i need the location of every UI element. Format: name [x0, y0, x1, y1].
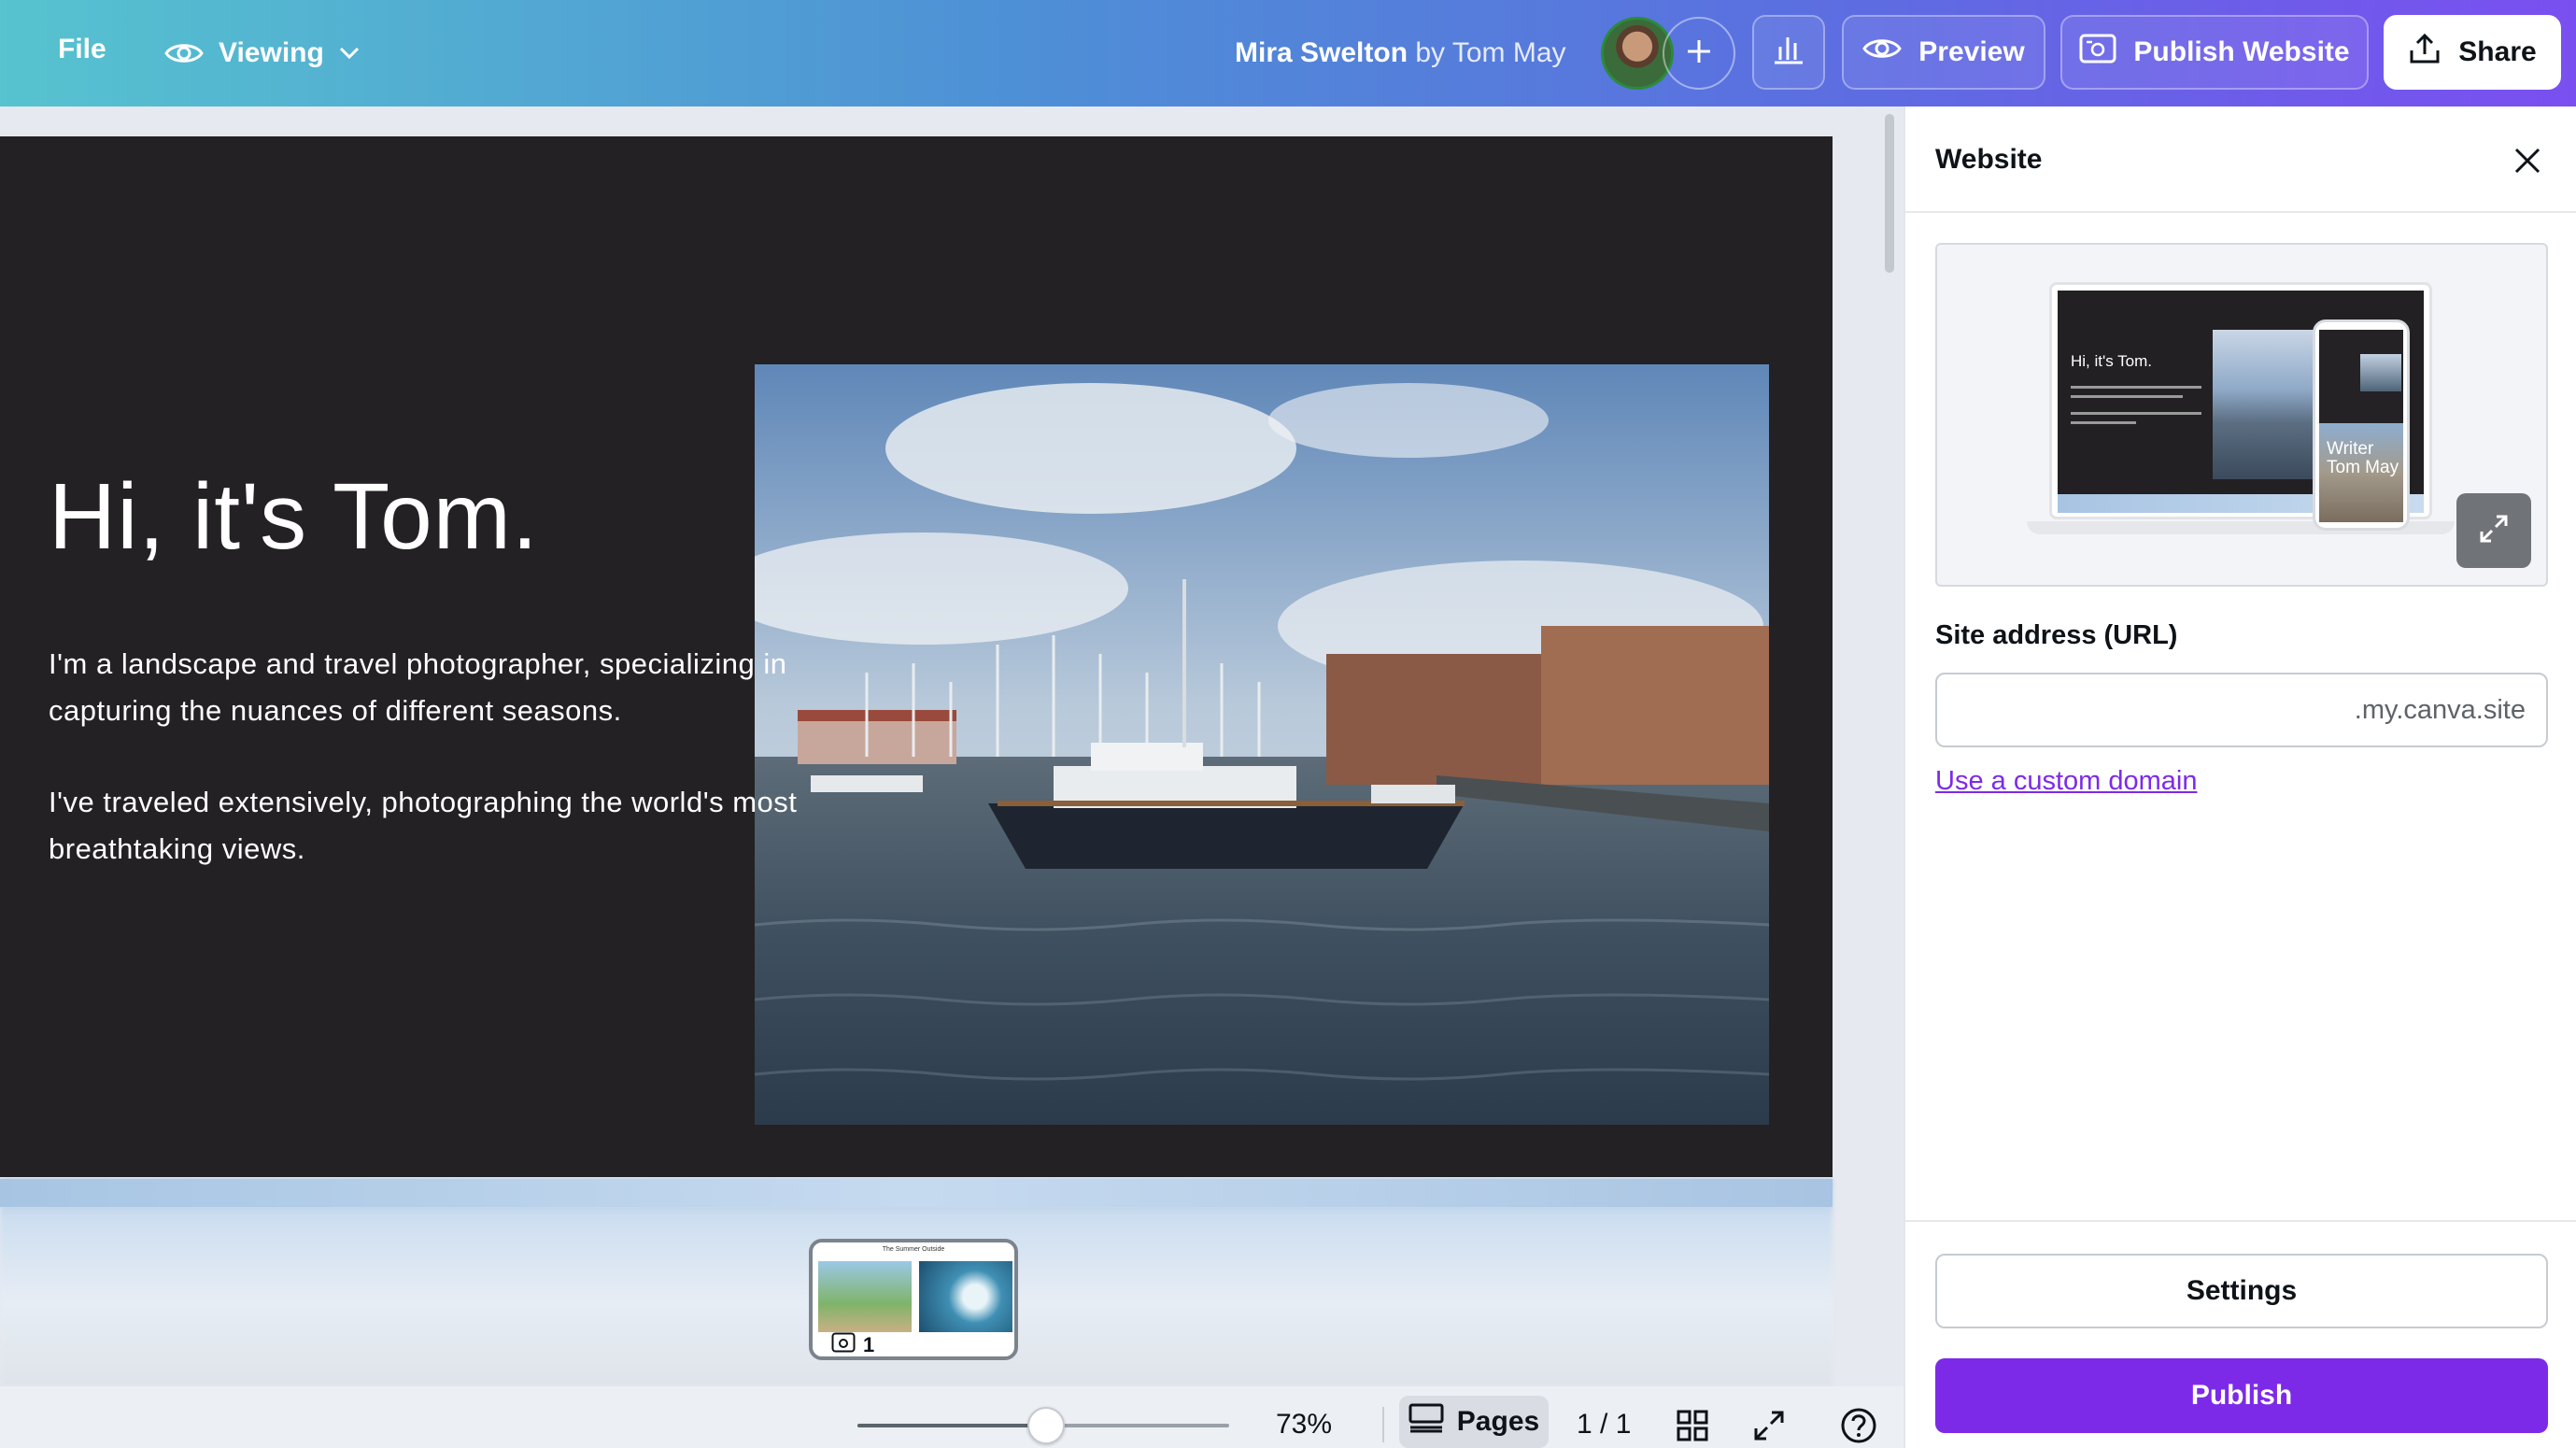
phone-preview-text: Writer Tom May: [2327, 439, 2399, 477]
design-canvas[interactable]: Hi, it's Tom. I'm a landscape and travel…: [0, 106, 1904, 1386]
insights-button[interactable]: [1752, 15, 1825, 90]
design-author: by Tom May: [1415, 37, 1566, 68]
website-preview: Hi, it's Tom. Writer Tom May: [1935, 243, 2548, 587]
plus-icon: [1685, 37, 1713, 70]
panel-title: Website: [1935, 144, 2043, 175]
next-page-strip: [0, 1179, 1833, 1207]
canvas-scrollbar[interactable]: [1885, 114, 1894, 273]
intro-paragraph-2[interactable]: I've traveled extensively, photographing…: [49, 779, 870, 873]
expand-icon: [2478, 513, 2510, 549]
harbour-photo[interactable]: [755, 364, 1769, 1125]
top-toolbar: File Viewing Mira Swelton by Tom May Pre…: [0, 0, 2576, 106]
design-title[interactable]: Mira Swelton by Tom May: [1235, 37, 1566, 69]
upload-icon: [2408, 32, 2442, 73]
zoom-slider-fill: [857, 1424, 1044, 1427]
phone-preview: Writer Tom May: [2313, 319, 2410, 531]
pages-button[interactable]: Pages: [1399, 1396, 1549, 1448]
preview-text-line: [2071, 386, 2201, 389]
panel-footer-divider: [1905, 1220, 2576, 1222]
site-address-label: Site address (URL): [1935, 620, 2178, 650]
publish-button[interactable]: Publish: [1935, 1358, 2548, 1433]
thumbnail-title: The Summer Outside: [882, 1246, 945, 1253]
panel-divider: [1905, 211, 2576, 213]
preview-text-line: [2071, 421, 2136, 424]
phone-preview-photo: [2360, 354, 2401, 391]
help-icon[interactable]: [1840, 1407, 1877, 1444]
grid-view-icon[interactable]: [1674, 1407, 1711, 1444]
zoom-level[interactable]: 73%: [1276, 1409, 1332, 1441]
laptop-preview-heading: Hi, it's Tom.: [2071, 352, 2153, 370]
custom-domain-link[interactable]: Use a custom domain: [1935, 766, 2197, 797]
thumbnail-image-wave: [919, 1261, 1012, 1332]
thumbnail-badge: 1: [831, 1332, 875, 1356]
thumbnail-page-number: 1: [863, 1333, 875, 1356]
thumbnail-image-palm: [818, 1261, 912, 1332]
eye-icon: [164, 39, 204, 67]
url-suffix: .my.canva.site: [2354, 694, 2526, 725]
share-label: Share: [2458, 36, 2537, 67]
page-count: 1 / 1: [1577, 1409, 1632, 1440]
publish-website-button[interactable]: Publish Website: [2060, 15, 2369, 90]
add-collaborator-button[interactable]: [1663, 17, 1735, 90]
fullscreen-icon[interactable]: [1750, 1407, 1788, 1444]
share-button[interactable]: Share: [2384, 15, 2561, 90]
eye-icon: [1862, 35, 1903, 70]
file-menu[interactable]: File: [58, 34, 106, 65]
toolbar-divider: [1382, 1407, 1384, 1442]
viewing-label: Viewing: [219, 37, 324, 68]
website-icon: [2079, 34, 2116, 71]
design-name: Mira Swelton: [1235, 37, 1408, 68]
website-icon: [831, 1332, 856, 1356]
expand-preview-button[interactable]: [2456, 493, 2531, 568]
page-heading[interactable]: Hi, it's Tom.: [49, 463, 539, 571]
preview-button[interactable]: Preview: [1842, 15, 2045, 90]
website-page[interactable]: Hi, it's Tom. I'm a landscape and travel…: [0, 136, 1833, 1177]
publish-website-label: Publish Website: [2133, 36, 2350, 67]
site-address-input[interactable]: .my.canva.site: [1935, 673, 2548, 747]
chevron-down-icon: [339, 47, 360, 60]
preview-text-line: [2071, 412, 2201, 415]
pages-label: Pages: [1456, 1406, 1540, 1437]
page-thumbnail[interactable]: The Summer Outside 1: [809, 1239, 1018, 1360]
settings-button[interactable]: Settings: [1935, 1254, 2548, 1328]
zoom-slider-handle[interactable]: [1027, 1407, 1065, 1444]
website-panel: Website Hi, it's Tom. Writer Tom May Sit…: [1904, 106, 2576, 1448]
preview-label: Preview: [1918, 36, 2025, 67]
viewing-mode-dropdown[interactable]: Viewing: [164, 28, 360, 78]
close-icon[interactable]: [2507, 140, 2548, 181]
intro-paragraph-1[interactable]: I'm a landscape and travel photographer,…: [49, 641, 870, 734]
phone-screen: Writer Tom May: [2319, 330, 2403, 522]
bar-chart-icon: [1772, 32, 1805, 73]
pages-icon: [1408, 1403, 1444, 1441]
preview-text-line: [2071, 395, 2183, 398]
